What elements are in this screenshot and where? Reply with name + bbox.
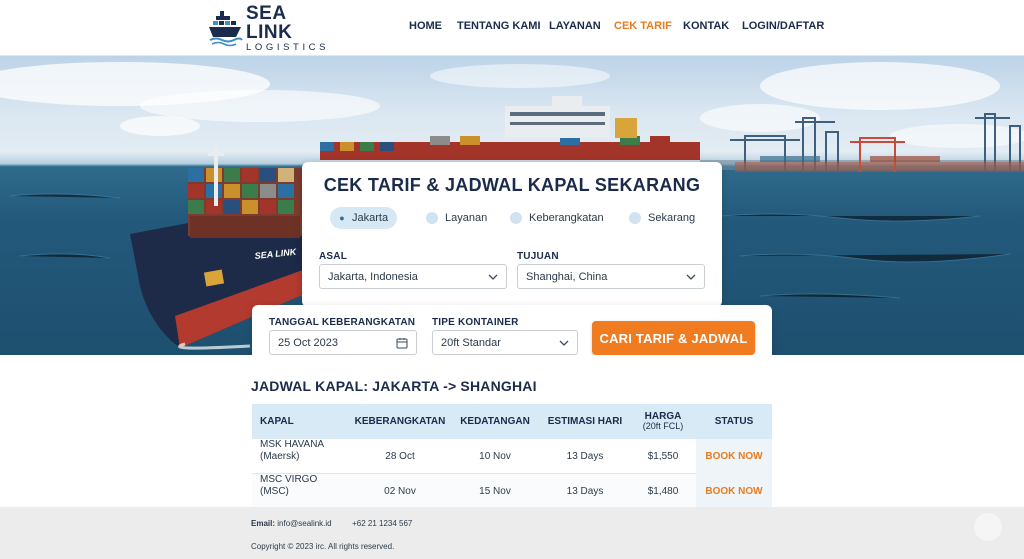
tab-label: Layanan xyxy=(445,212,488,224)
carrier-name: (MSC) xyxy=(260,485,289,497)
email-link[interactable]: info@sealink.id xyxy=(277,519,331,528)
departure-cell: 28 Oct xyxy=(385,450,415,462)
departure-icon xyxy=(510,212,522,224)
brand-tagline: LOGISTICS xyxy=(246,41,330,53)
table-row: MSK HAVANA (Maersk) 28 Oct 10 Nov 13 Day… xyxy=(252,439,772,474)
col-departure: KEBERANGKATAN xyxy=(354,416,446,427)
tab-label: Sekarang xyxy=(648,212,696,224)
status-cell: BOOK NOW xyxy=(696,439,772,474)
ship-logo-icon xyxy=(209,11,243,47)
table-header: KAPAL KEBERANGKATAN KEDATANGAN ESTIMASI … xyxy=(252,404,772,439)
tab-label: Jakarta xyxy=(352,212,389,224)
search-tabs: ● Jakarta Layanan Keberangkatan Sekarang xyxy=(330,207,710,229)
site-footer: Email: info@sealink.id +62 21 1234 567 C… xyxy=(0,507,1024,559)
price-cell: $1,550 xyxy=(647,450,679,462)
destination-value: Shanghai, China xyxy=(526,270,608,283)
days-cell: 13 Days xyxy=(566,450,604,462)
departure-date-value: 25 Oct 2023 xyxy=(278,336,338,349)
price-cell: $1,480 xyxy=(647,485,679,497)
nav-cek-tarif[interactable]: CEK TARIF xyxy=(614,20,672,32)
tab-label: Keberangkatan xyxy=(529,212,604,224)
search-title: CEK TARIF & JADWAL KAPAL SEKARANG xyxy=(323,175,701,195)
days-cell: 13 Days xyxy=(566,485,604,497)
layanan-icon xyxy=(426,212,438,224)
clock-icon xyxy=(629,212,641,224)
col-price: HARGA (20ft FCL) xyxy=(630,404,696,439)
tab-sekarang[interactable]: Sekarang xyxy=(621,207,704,229)
brand-name: SEA LINK xyxy=(246,2,293,43)
ship-name: MSK HAVANA xyxy=(260,439,325,450)
tab-keberangkatan[interactable]: Keberangkatan xyxy=(502,207,613,229)
chat-widget[interactable] xyxy=(974,513,1002,541)
col-arrival: KEDATANGAN xyxy=(460,416,530,427)
footer-contact: Email: info@sealink.id +62 21 1234 567 xyxy=(251,519,412,528)
nav-home[interactable]: HOME xyxy=(409,20,442,32)
departure-date-input[interactable]: 25 Oct 2023 xyxy=(269,330,417,355)
tab-layanan[interactable]: Layanan xyxy=(418,207,496,229)
calendar-icon xyxy=(396,338,408,349)
table-row: MSC VIRGO (MSC) 02 Nov 15 Nov 13 Days $1… xyxy=(252,474,772,509)
nav-kontak[interactable]: KONTAK xyxy=(683,20,729,32)
schedule-title: JADWAL KAPAL: JAKARTA -> SHANGHAI xyxy=(251,378,537,394)
search-card: CEK TARIF & JADWAL KAPAL SEKARANG ● Jaka… xyxy=(302,162,722,307)
nav-login-daftar[interactable]: LOGIN/DAFTAR xyxy=(742,20,824,32)
chevron-down-icon xyxy=(686,274,696,280)
chevron-down-icon xyxy=(488,274,498,280)
email-label: Email: xyxy=(251,519,276,528)
tab-jakarta[interactable]: ● Jakarta xyxy=(330,207,398,229)
carrier-name: (Maersk) xyxy=(260,450,300,462)
site-header: SEA LINK LOGISTICS HOME TENTANG KAMI LAY… xyxy=(0,0,1024,56)
chevron-down-icon xyxy=(559,340,569,346)
destination-select[interactable]: Shanghai, China xyxy=(517,264,705,289)
destination-label: TUJUAN xyxy=(517,251,559,262)
arrival-cell: 10 Nov xyxy=(479,450,511,462)
col-status: STATUS xyxy=(714,416,754,427)
col-ship: KAPAL xyxy=(260,416,294,427)
nav-layanan[interactable]: LAYANAN xyxy=(549,20,601,32)
phone-number: +62 21 1234 567 xyxy=(352,519,413,528)
status-cell: BOOK NOW xyxy=(696,474,772,509)
ship-cell: MSC VIRGO (MSC) xyxy=(252,474,352,509)
schedule-table: KAPAL KEBERANGKATAN KEDATANGAN ESTIMASI … xyxy=(252,404,772,509)
search-submit-button[interactable]: CARI TARIF & JADWAL xyxy=(592,321,755,355)
container-type-value: 20ft Standar xyxy=(441,336,501,349)
departure-date-label: TANGGAL KEBERANGKATAN xyxy=(269,317,416,328)
container-type-select[interactable]: 20ft Standar xyxy=(432,330,578,355)
nav-tentang-kami[interactable]: TENTANG KAMI xyxy=(457,20,541,32)
book-now-button[interactable]: BOOK NOW xyxy=(705,486,762,498)
origin-value: Jakarta, Indonesia xyxy=(328,270,418,283)
ship-name: MSC VIRGO xyxy=(260,474,318,485)
ship-cell: MSK HAVANA (Maersk) xyxy=(252,439,352,474)
departure-cell: 02 Nov xyxy=(384,485,416,497)
arrival-cell: 15 Nov xyxy=(479,485,511,497)
container-type-label: TIPE KONTAINER xyxy=(432,317,519,328)
origin-select[interactable]: Jakarta, Indonesia xyxy=(319,264,507,289)
copyright-text: Copyright © 2023 irc. All rights reserve… xyxy=(251,542,395,551)
col-days: ESTIMASI HARI xyxy=(547,416,623,427)
col-price-sub: (20ft FCL) xyxy=(642,421,684,432)
brand-logo[interactable]: SEA LINK LOGISTICS xyxy=(207,4,337,52)
origin-label: ASAL xyxy=(319,251,348,262)
location-pin-icon: ● xyxy=(339,213,345,223)
book-now-button[interactable]: BOOK NOW xyxy=(705,451,762,463)
